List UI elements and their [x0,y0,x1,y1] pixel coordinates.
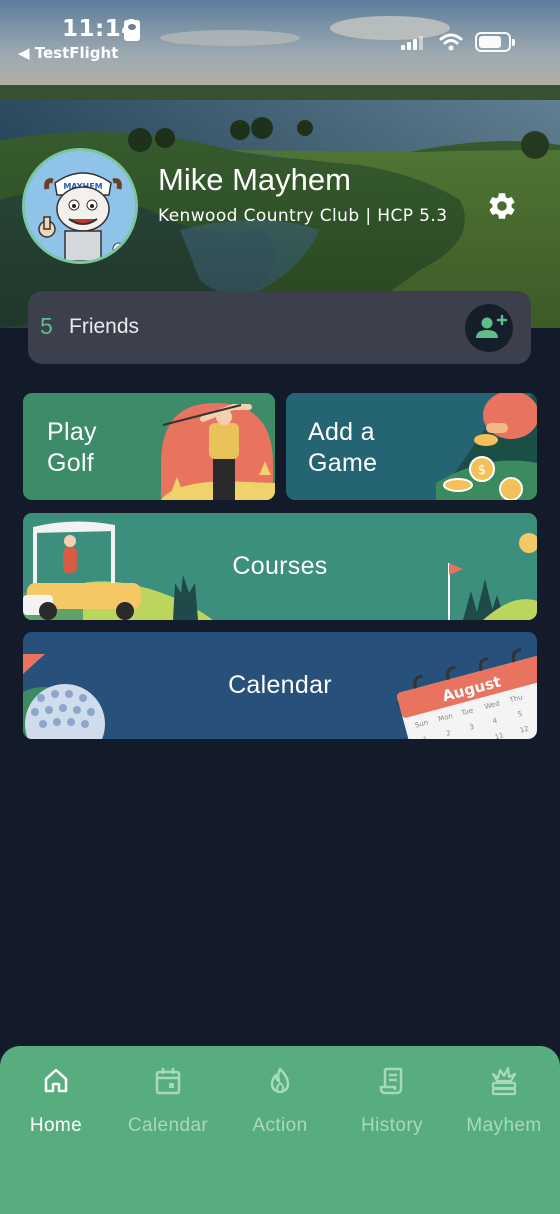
add-game-tile[interactable]: $ Add a Game [286,393,537,500]
tab-calendar[interactable]: Calendar [112,1046,224,1166]
tab-home-label: Home [29,1115,83,1136]
id-card-icon [124,20,140,41]
user-club-handicap: Kenwood Country Club | HCP 5.3 [158,206,448,226]
user-name: Mike Mayhem [158,162,351,197]
play-golf-label-line2: Golf [47,449,95,477]
home-icon [44,1068,68,1093]
add-game-label-line2: Game [308,449,378,477]
tab-mayhem[interactable]: Mayhem [448,1046,560,1166]
avatar[interactable]: MAYHEM [22,148,138,264]
tab-calendar-label: Calendar [127,1115,209,1136]
add-game-label-line1: Add a [308,418,375,446]
status-bar: 11:14 ◀ TestFlight [0,0,560,70]
calendar-icon [155,1068,181,1095]
add-friend-button[interactable] [465,304,513,352]
play-golf-label-line1: Play [47,418,97,446]
calendar-tile[interactable]: August SunMonTueWedThu 12345 89101112 Ca… [23,632,537,739]
tab-action[interactable]: Action [224,1046,336,1166]
tab-history-label: History [361,1115,423,1136]
tab-action-label: Action [252,1115,308,1136]
battery-icon [475,32,515,52]
courses-tile[interactable]: Courses [23,513,537,620]
friends-bar[interactable]: 5 Friends [28,291,531,364]
play-golf-tile[interactable]: Play Golf [23,393,275,500]
friends-count: 5 [40,313,53,339]
tab-mayhem-label: Mayhem [466,1115,542,1136]
explosion-icon [491,1066,517,1096]
profile-header: 11:14 ◀ TestFlight MAYHEM [0,0,560,328]
courses-label: Courses [232,552,328,580]
friends-label: Friends [69,315,140,338]
flame-icon [270,1067,290,1094]
gear-icon[interactable] [486,190,518,222]
bottom-tab-bar: Home Calendar Action History Mayhem [0,1046,560,1214]
back-to-testflight-link[interactable]: ◀ TestFlight [18,44,118,62]
cellular-signal-icon [401,36,423,50]
add-person-icon [476,314,508,338]
tab-history[interactable]: History [336,1046,448,1166]
calendar-label: Calendar [228,671,332,699]
add-game-label: Add a Game [308,417,377,479]
tab-home[interactable]: Home [0,1046,112,1166]
play-golf-label: Play Golf [47,417,97,479]
svg-text:$: $ [478,463,486,478]
scroll-icon [379,1067,403,1095]
wifi-icon [439,33,463,51]
